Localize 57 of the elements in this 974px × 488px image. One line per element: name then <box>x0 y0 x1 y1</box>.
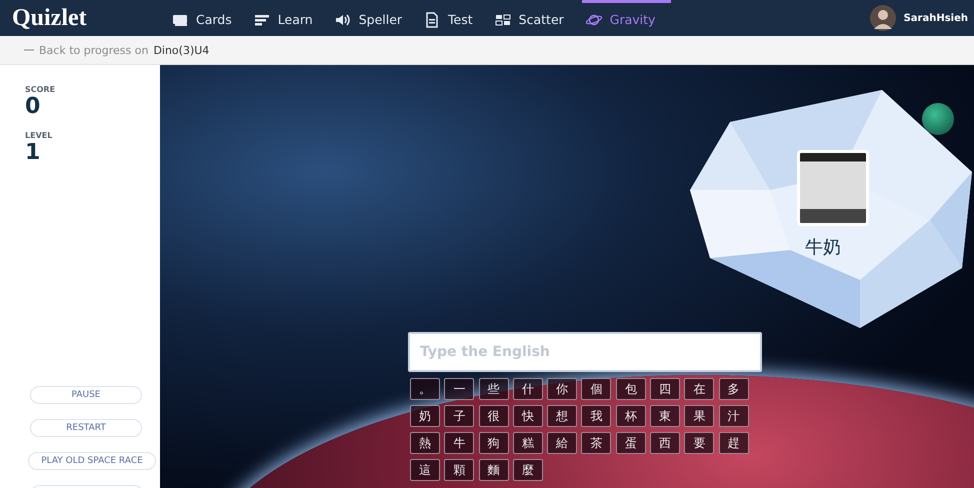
character-key[interactable]: 。 <box>410 378 440 400</box>
user-name[interactable]: SarahHsieh <box>904 12 968 24</box>
document-icon <box>424 12 440 28</box>
character-key[interactable]: 快 <box>512 405 543 427</box>
character-key[interactable]: 些 <box>478 378 509 400</box>
character-key[interactable]: 麼 <box>512 459 543 481</box>
logo[interactable]: Quizlet <box>0 4 168 32</box>
character-key[interactable]: 麵 <box>478 459 509 481</box>
small-planet-drawing <box>922 103 954 135</box>
character-key[interactable]: 多 <box>718 378 749 400</box>
character-key[interactable]: 東 <box>650 405 680 427</box>
stat-value: 0 <box>25 94 42 119</box>
character-key[interactable]: 糕 <box>512 432 543 454</box>
character-key[interactable]: 這 <box>410 459 440 481</box>
character-key[interactable]: 西 <box>650 432 680 454</box>
mode-tab[interactable]: Speller <box>330 0 418 36</box>
answer-input[interactable]: Type the English <box>408 332 762 372</box>
character-key[interactable]: 趕 <box>718 432 749 454</box>
game-button[interactable]: PAUSE <box>30 386 142 404</box>
character-key[interactable]: 想 <box>547 405 578 427</box>
character-key[interactable]: 包 <box>616 378 646 400</box>
character-key[interactable]: 很 <box>478 405 509 427</box>
character-key[interactable]: 茶 <box>581 432 612 454</box>
stat-label: SCORE <box>25 85 56 94</box>
character-key[interactable]: 個 <box>581 378 612 400</box>
term-text: 牛奶 <box>805 236 841 259</box>
character-key[interactable]: 熱 <box>410 432 440 454</box>
character-key[interactable]: 一 <box>444 378 474 400</box>
mode-tab[interactable]: Test <box>420 0 489 36</box>
set-link[interactable]: Dino(3)U4 <box>153 44 210 56</box>
character-key[interactable]: 我 <box>581 405 612 427</box>
character-key[interactable]: 你 <box>547 378 578 400</box>
mode-tab[interactable]: Learn <box>250 0 329 36</box>
mode-tab[interactable]: Cards <box>168 0 248 36</box>
grid-icon <box>494 12 511 28</box>
game-button[interactable]: PLAY OLD SPACE RACE <box>28 452 156 470</box>
avatar-icon <box>870 5 896 31</box>
character-key[interactable]: 子 <box>444 405 474 427</box>
character-key[interactable]: 要 <box>684 432 714 454</box>
character-key[interactable]: 蛋 <box>616 432 646 454</box>
character-key[interactable]: 在 <box>684 378 714 400</box>
character-key[interactable]: 四 <box>650 378 680 400</box>
character-key[interactable]: 奶 <box>410 405 440 427</box>
character-key[interactable]: 牛 <box>444 432 474 454</box>
character-key[interactable]: 顆 <box>444 459 474 481</box>
stat-value: 1 <box>25 140 42 165</box>
game-button[interactable]: RESTART <box>30 419 142 437</box>
back-text: Back to progress on <box>39 44 148 56</box>
mode-tab[interactable]: Scatter <box>490 0 580 36</box>
character-key[interactable]: 杯 <box>616 405 646 427</box>
character-key[interactable]: 給 <box>547 432 578 454</box>
character-key[interactable]: 什 <box>512 378 543 400</box>
character-key[interactable]: 汁 <box>718 405 749 427</box>
character-key[interactable]: 果 <box>684 405 714 427</box>
dash-icon <box>24 47 34 53</box>
stat-label: LEVEL <box>25 131 54 140</box>
character-key[interactable]: 狗 <box>478 432 509 454</box>
